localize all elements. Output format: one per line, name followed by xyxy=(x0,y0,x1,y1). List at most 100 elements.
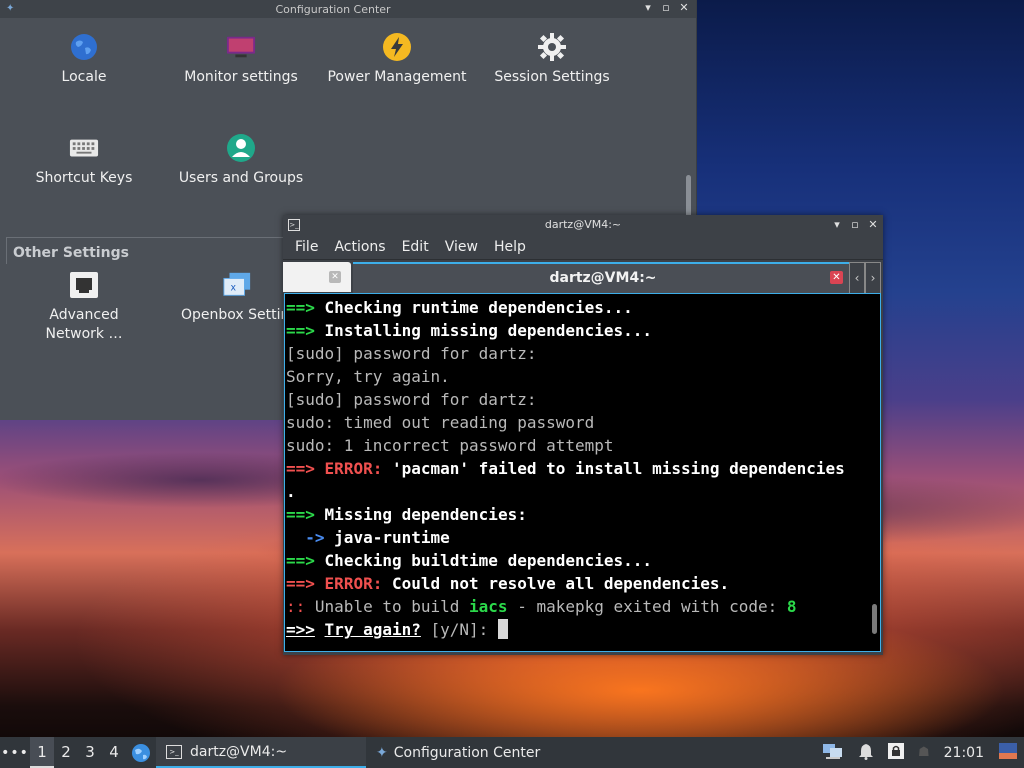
output-line: Sorry, try again. xyxy=(286,367,450,386)
text-cursor xyxy=(497,619,508,639)
cc-item-advanced-network[interactable]: Advanced Network … xyxy=(9,270,159,344)
people-icon[interactable]: ☗ xyxy=(918,745,930,760)
tab-close-icon[interactable]: ✕ xyxy=(329,271,341,283)
cc-item-power-management[interactable]: Power Management xyxy=(322,32,472,87)
tab-close-icon[interactable]: ✕ xyxy=(830,271,843,284)
svg-text:x: x xyxy=(230,283,236,294)
output-line: 'pacman' failed to install missing depen… xyxy=(391,459,845,478)
keyboard-icon xyxy=(69,133,99,163)
prompt-arrow: ==> xyxy=(286,551,315,570)
app-menu-icon[interactable]: ✦ xyxy=(6,3,14,14)
workspace-3[interactable]: 3 xyxy=(78,737,102,768)
task-terminal[interactable]: >_ dartz@VM4:~ xyxy=(156,737,366,768)
cc-item-label: Monitor settings xyxy=(184,69,298,85)
output-line: Installing missing dependencies... xyxy=(324,321,653,340)
cc-item-openbox-settings[interactable]: x Openbox Settin xyxy=(166,270,286,325)
prompt-arrow: ==> xyxy=(286,321,315,340)
cc-item-label: Shortcut Keys xyxy=(35,170,133,186)
network-icon xyxy=(69,270,99,300)
cc-item-users-and-groups[interactable]: Users and Groups xyxy=(166,133,316,188)
tab-title: dartz@VM4:~ xyxy=(549,270,657,286)
terminal-window: >_ dartz@VM4:~ ▾ ▫ ✕ File Actions Edit V… xyxy=(283,215,883,655)
terminal-window-title: dartz@VM4:~ xyxy=(544,218,622,231)
clock[interactable]: 21:01 xyxy=(944,745,984,761)
cc-item-label: Power Management xyxy=(327,69,467,85)
config-task-icon: ✦ xyxy=(376,744,388,761)
error-arrow: ==> xyxy=(286,459,315,478)
cc-item-label: Advanced Network … xyxy=(45,307,123,342)
globe-icon xyxy=(69,32,99,62)
close-icon[interactable]: ✕ xyxy=(678,1,690,15)
question-text: Try again? xyxy=(324,620,421,639)
taskbar: ••• 1 2 3 4 >_ dartz@VM4:~ ✦ Configurati… xyxy=(0,737,1024,768)
terminal-text: ==> Checking runtime dependencies... ==>… xyxy=(286,296,866,641)
output-line: Could not resolve all dependencies. xyxy=(391,574,730,593)
bell-icon[interactable] xyxy=(858,742,874,764)
minimize-icon[interactable]: ▾ xyxy=(831,218,843,232)
output-line: Checking buildtime dependencies... xyxy=(324,551,653,570)
cc-scrollbar-thumb[interactable] xyxy=(686,175,691,217)
error-colons: :: xyxy=(286,597,306,616)
network-tray-icon[interactable] xyxy=(822,742,844,764)
task-label: dartz@VM4:~ xyxy=(190,743,288,760)
output-line: Unable to build xyxy=(314,597,470,616)
error-arrow: ==> xyxy=(286,574,315,593)
workspace-2[interactable]: 2 xyxy=(54,737,78,768)
minimize-icon[interactable]: ▾ xyxy=(642,1,654,15)
exit-code: 8 xyxy=(786,597,797,616)
cc-item-session-settings[interactable]: Session Settings xyxy=(477,32,627,87)
lightning-icon xyxy=(382,32,412,62)
cc-item-label: Locale xyxy=(61,69,107,85)
terminal-task-icon: >_ xyxy=(166,744,182,759)
cc-item-monitor-settings[interactable]: Monitor settings xyxy=(166,32,316,87)
cc-titlebar[interactable]: ✦ Configuration Center ▾ ▫ ✕ xyxy=(0,0,696,18)
output-line: - makepkg exited with code: xyxy=(507,597,787,616)
output-line: Checking runtime dependencies... xyxy=(324,298,633,317)
lock-icon[interactable] xyxy=(887,742,904,763)
openbox-icon: x xyxy=(222,270,252,300)
question-options: [y/N]: xyxy=(420,620,498,639)
other-settings-title: Other Settings xyxy=(13,245,129,261)
close-icon[interactable]: ✕ xyxy=(867,218,879,232)
task-label: Configuration Center xyxy=(393,744,541,761)
cc-item-shortcut-keys[interactable]: Shortcut Keys xyxy=(9,133,159,188)
terminal-icon[interactable]: >_ xyxy=(288,219,300,231)
cc-item-label: Openbox Settin xyxy=(181,307,286,323)
task-configuration-center[interactable]: ✦ Configuration Center xyxy=(366,737,550,768)
cc-item-label: Session Settings xyxy=(494,69,610,85)
maximize-icon[interactable]: ▫ xyxy=(660,1,672,15)
terminal-titlebar[interactable]: >_ dartz@VM4:~ ▾ ▫ ✕ xyxy=(283,215,883,235)
cc-window-title: Configuration Center xyxy=(275,2,391,16)
menu-actions[interactable]: Actions xyxy=(326,239,393,255)
other-settings-header: Other Settings xyxy=(6,237,291,264)
output-line: java-runtime xyxy=(334,528,450,547)
gear-icon xyxy=(537,32,567,62)
terminal-scrollbar[interactable] xyxy=(872,604,877,634)
tab-scroll-right-icon[interactable]: › xyxy=(865,262,881,294)
menu-edit[interactable]: Edit xyxy=(394,239,437,255)
workspace-1[interactable]: 1 xyxy=(30,737,54,768)
menu-view[interactable]: View xyxy=(437,239,486,255)
show-desktop-icon[interactable] xyxy=(998,742,1018,764)
tab-active[interactable]: dartz@VM4:~ ✕ xyxy=(353,262,853,294)
menu-file[interactable]: File xyxy=(287,239,326,255)
prompt-arrow: ==> xyxy=(286,505,315,524)
taskbar-menu-dots[interactable]: ••• xyxy=(0,745,30,761)
terminal-menubar: File Actions Edit View Help xyxy=(283,235,883,259)
maximize-icon[interactable]: ▫ xyxy=(849,218,861,232)
output-line: [sudo] password for dartz: xyxy=(286,390,537,409)
browser-launcher-icon[interactable] xyxy=(126,737,156,768)
output-line: sudo: 1 incorrect password attempt xyxy=(286,436,614,455)
output-line: Missing dependencies: xyxy=(324,505,527,524)
cc-item-locale[interactable]: Locale xyxy=(9,32,159,87)
terminal-output[interactable]: ==> Checking runtime dependencies... ==>… xyxy=(284,293,881,652)
output-line: . xyxy=(286,482,296,501)
workspace-4[interactable]: 4 xyxy=(102,737,126,768)
menu-help[interactable]: Help xyxy=(486,239,534,255)
tab-inactive[interactable]: ✕ xyxy=(283,262,351,292)
user-icon xyxy=(226,133,256,163)
terminal-tabbar: ✕ dartz@VM4:~ ✕ ‹ › xyxy=(283,259,883,294)
tab-scroll-left-icon[interactable]: ‹ xyxy=(849,262,865,294)
cc-item-label: Users and Groups xyxy=(178,170,304,186)
package-name: iacs xyxy=(469,597,508,616)
